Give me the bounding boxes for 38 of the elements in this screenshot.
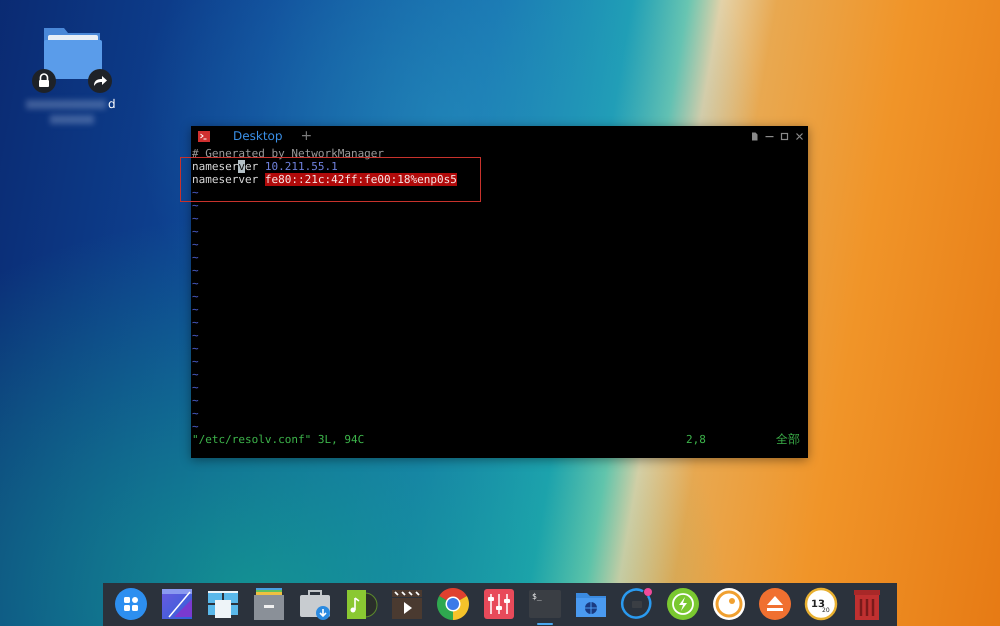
- empty-line-marker: ~: [192, 238, 199, 251]
- empty-line-marker: ~: [192, 225, 199, 238]
- empty-line-marker: ~: [192, 186, 199, 199]
- close-icon[interactable]: [795, 132, 804, 140]
- empty-line-marker: ~: [192, 212, 199, 225]
- cursor-position-text: 2,8: [686, 433, 707, 446]
- keyword-text: nameser: [192, 160, 238, 173]
- keyword-text: er: [244, 160, 258, 173]
- keyword-text: nameserver: [192, 173, 258, 186]
- empty-line-marker: ~: [192, 420, 199, 433]
- text-cursor: v: [238, 160, 245, 173]
- empty-line-marker: ~: [192, 381, 199, 394]
- comment-text: # Generated by NetworkManager: [192, 147, 384, 160]
- empty-line-marker: ~: [192, 407, 199, 420]
- empty-line-marker: ~: [192, 329, 199, 342]
- terminal-tab[interactable]: Desktop: [233, 129, 282, 143]
- scroll-position-text: 全部: [776, 433, 800, 446]
- empty-line-marker: ~: [192, 342, 199, 355]
- empty-line-marker: ~: [192, 368, 199, 381]
- page-icon[interactable]: [750, 132, 759, 140]
- folder-icon[interactable]: [42, 26, 104, 81]
- empty-line-marker: ~: [192, 394, 199, 407]
- lock-icon: [32, 69, 56, 93]
- folder-label-text: d: [108, 97, 116, 111]
- empty-line-marker: ~: [192, 264, 199, 277]
- file-info-text: "/etc/resolv.conf" 3L, 94C: [192, 433, 366, 446]
- new-tab-button[interactable]: +: [300, 128, 312, 144]
- highlighted-address-text: fe80::21c:42ff:fe00:18%enp0s5: [264, 173, 457, 186]
- ip-address-text: 10.211.55.1: [264, 160, 338, 173]
- terminal-tab-icon: [198, 130, 210, 142]
- empty-line-marker: ~: [192, 316, 199, 329]
- maximize-icon[interactable]: [780, 132, 789, 140]
- empty-line-marker: ~: [192, 199, 199, 212]
- empty-line-marker: ~: [192, 290, 199, 303]
- empty-line-marker: ~: [192, 303, 199, 316]
- empty-line-marker: ~: [192, 355, 199, 368]
- empty-line-marker: ~: [192, 251, 199, 264]
- empty-line-marker: ~: [192, 277, 199, 290]
